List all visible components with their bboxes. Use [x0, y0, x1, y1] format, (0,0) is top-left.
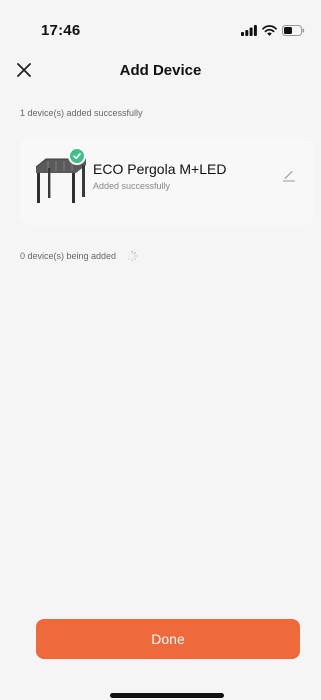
- edit-device-name-button[interactable]: [282, 168, 296, 182]
- device-status: Added successfully: [93, 181, 171, 191]
- status-icons: [241, 23, 305, 37]
- signal-icon: [241, 24, 257, 36]
- adding-count-label: 0 device(s) being added: [20, 251, 117, 261]
- loading-spinner-icon: [126, 250, 138, 262]
- done-button[interactable]: Done: [36, 619, 300, 659]
- nav-bar: Add Device: [0, 52, 321, 88]
- check-icon: [73, 153, 81, 160]
- status-bar: 17:46: [0, 0, 321, 44]
- page-title: Add Device: [119, 62, 202, 79]
- adding-row: 0 device(s) being added: [20, 250, 138, 262]
- device-card[interactable]: ECO Pergola M+LED Added successfully: [20, 137, 314, 225]
- success-badge: [68, 147, 86, 165]
- battery-icon: [282, 24, 305, 36]
- edit-icon: [283, 170, 295, 182]
- home-indicator[interactable]: [110, 693, 224, 698]
- device-name: ECO Pergola M+LED: [93, 161, 227, 177]
- status-time: 17:46: [41, 22, 81, 39]
- success-count-label: 1 device(s) added successfully: [20, 108, 143, 118]
- wifi-icon: [262, 24, 277, 36]
